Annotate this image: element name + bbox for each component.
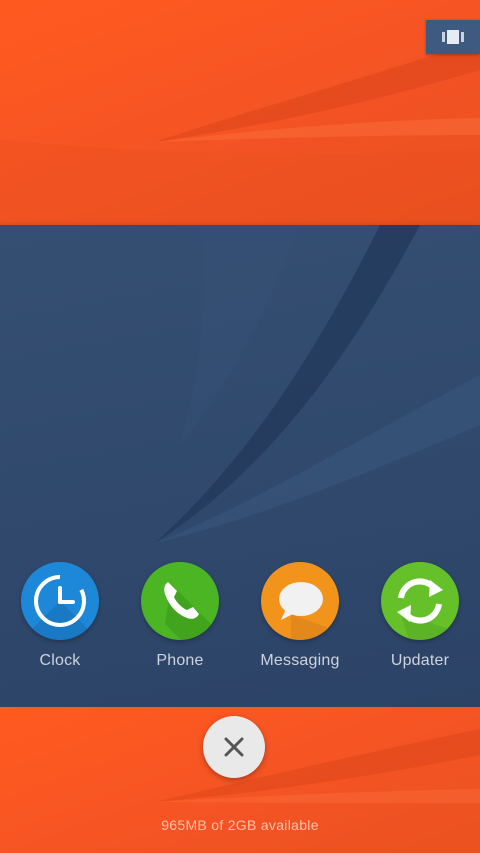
close-icon xyxy=(224,737,244,757)
sync-arrows-icon xyxy=(381,562,459,640)
recents-button[interactable] xyxy=(426,20,480,54)
memory-status: 965MB of 2GB available xyxy=(161,817,319,833)
wallpaper-swoosh xyxy=(0,40,480,225)
app-label: Phone xyxy=(156,652,204,669)
app-clock[interactable]: Clock xyxy=(0,562,120,670)
recent-card-top[interactable] xyxy=(0,0,480,225)
app-phone[interactable]: Phone xyxy=(120,562,240,670)
app-label: Messaging xyxy=(260,652,340,669)
clock-icon xyxy=(21,562,99,640)
app-dock: Clock Phone Messaging Updater xyxy=(0,562,480,682)
app-label: Updater xyxy=(390,652,450,669)
phone-icon xyxy=(141,562,219,640)
app-messaging[interactable]: Messaging xyxy=(240,562,360,670)
app-updater[interactable]: Updater xyxy=(360,562,480,670)
speech-bubble-icon xyxy=(261,562,339,640)
clear-all-button[interactable] xyxy=(203,716,265,778)
app-label: Clock xyxy=(39,652,81,669)
cards-stack-icon xyxy=(442,30,464,44)
